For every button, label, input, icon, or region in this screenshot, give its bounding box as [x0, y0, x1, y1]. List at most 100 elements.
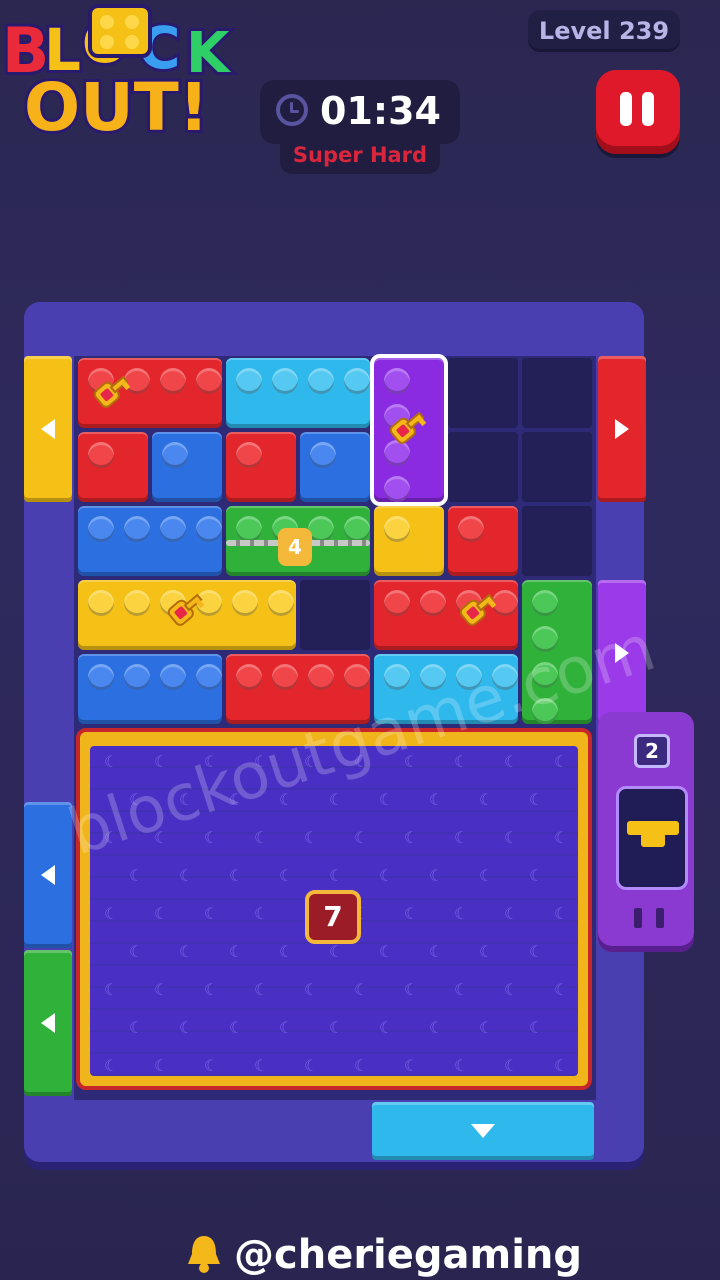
target-count-badge: 7: [305, 890, 361, 944]
moon-pattern-icon: ☾: [454, 828, 469, 847]
moon-pattern-icon: ☾: [229, 1018, 244, 1037]
arrow-left-icon: [41, 865, 55, 885]
moon-pattern-icon: ☾: [554, 1056, 569, 1075]
moon-pattern-icon: ☾: [204, 1056, 219, 1075]
blue-exit-door[interactable]: [24, 802, 72, 948]
moon-pattern-icon: ☾: [304, 1056, 319, 1075]
moon-pattern-icon: ☾: [429, 942, 444, 961]
moon-pattern-icon: ☾: [354, 980, 369, 999]
moon-pattern-icon: ☾: [379, 790, 394, 809]
moon-pattern-icon: ☾: [354, 828, 369, 847]
moon-pattern-icon: ☾: [404, 1056, 419, 1075]
footer-handle: @cheriegaming: [234, 1232, 583, 1278]
timer: 01:34: [260, 80, 460, 144]
arrow-down-icon: [471, 1124, 495, 1138]
moon-pattern-icon: ☾: [104, 980, 119, 999]
moon-pattern-icon: ☾: [454, 752, 469, 771]
red-block[interactable]: [78, 432, 148, 502]
moon-pattern-icon: ☾: [229, 942, 244, 961]
empty-cell: [300, 580, 370, 650]
blue-block[interactable]: [152, 432, 222, 502]
moon-pattern-icon: ☾: [429, 790, 444, 809]
moon-pattern-icon: ☾: [179, 1018, 194, 1037]
moon-pattern-icon: ☾: [404, 980, 419, 999]
key-icon: [167, 593, 205, 626]
moon-pattern-icon: ☾: [304, 980, 319, 999]
moon-pattern-icon: ☾: [504, 980, 519, 999]
moon-pattern-icon: ☾: [204, 828, 219, 847]
bell-icon: [188, 1236, 220, 1273]
moon-pattern-icon: ☾: [429, 866, 444, 885]
moon-pattern-icon: ☾: [429, 1018, 444, 1037]
key-icon: [93, 375, 131, 408]
moon-pattern-icon: ☾: [554, 980, 569, 999]
moon-pattern-icon: ☾: [254, 980, 269, 999]
timer-value: 01:34: [320, 89, 441, 133]
moon-pattern-icon: ☾: [104, 752, 119, 771]
moon-pattern-icon: ☾: [404, 828, 419, 847]
blue-block[interactable]: [78, 506, 222, 576]
arrow-right-icon: [615, 419, 629, 439]
moon-pattern-icon: ☾: [504, 828, 519, 847]
moon-pattern-icon: ☾: [279, 1018, 294, 1037]
key-icon: [389, 411, 427, 444]
t-block-preview-icon: [627, 821, 679, 847]
moon-pattern-icon: ☾: [229, 866, 244, 885]
red-exit-door[interactable]: [598, 356, 646, 502]
lock-icon[interactable]: 4: [278, 528, 312, 566]
moon-pattern-icon: ☾: [554, 904, 569, 923]
moon-pattern-icon: ☾: [254, 828, 269, 847]
moon-pattern-icon: ☾: [479, 942, 494, 961]
moon-pattern-icon: ☾: [304, 828, 319, 847]
red-block[interactable]: [448, 506, 518, 576]
moon-pattern-icon: ☾: [279, 866, 294, 885]
moon-pattern-icon: ☾: [329, 1018, 344, 1037]
blue-block[interactable]: [300, 432, 370, 502]
moon-pattern-icon: ☾: [179, 866, 194, 885]
red-block[interactable]: [226, 432, 296, 502]
block-dispenser: 2: [598, 712, 694, 952]
yellow-block[interactable]: [374, 506, 444, 576]
moon-pattern-icon: ☾: [504, 1056, 519, 1075]
arrow-left-icon: [41, 419, 55, 439]
moon-pattern-icon: ☾: [479, 1018, 494, 1037]
moon-pattern-icon: ☾: [129, 1018, 144, 1037]
clock-icon: [276, 94, 308, 126]
moon-pattern-icon: ☾: [454, 1056, 469, 1075]
moon-pattern-icon: ☾: [479, 790, 494, 809]
moon-pattern-icon: ☾: [329, 866, 344, 885]
moon-pattern-icon: ☾: [129, 942, 144, 961]
red-block[interactable]: [78, 358, 222, 428]
moon-pattern-icon: ☾: [554, 752, 569, 771]
red-block[interactable]: [374, 580, 518, 650]
moon-pattern-icon: ☾: [529, 942, 544, 961]
green-exit-door[interactable]: [24, 950, 72, 1096]
pause-button[interactable]: [596, 70, 680, 154]
moon-pattern-icon: ☾: [379, 1018, 394, 1037]
svg-text:OUT!: OUT!: [24, 69, 209, 146]
moon-pattern-icon: ☾: [354, 1056, 369, 1075]
moon-pattern-icon: ☾: [179, 942, 194, 961]
cyan-exit-door[interactable]: [372, 1102, 594, 1160]
moon-pattern-icon: ☾: [329, 942, 344, 961]
moon-pattern-icon: ☾: [329, 790, 344, 809]
moon-pattern-icon: ☾: [104, 1056, 119, 1075]
key-icon: [459, 593, 497, 626]
yellow-exit-door[interactable]: [24, 356, 72, 502]
empty-cell: [522, 506, 592, 576]
empty-cell: [522, 432, 592, 502]
moon-pattern-icon: ☾: [504, 904, 519, 923]
blue-block[interactable]: [78, 654, 222, 724]
cyan-block[interactable]: [226, 358, 370, 428]
level-indicator: Level 239: [528, 10, 680, 52]
purple-key-block[interactable]: [370, 354, 448, 506]
yellow-block[interactable]: [78, 580, 296, 650]
empty-cell: [522, 358, 592, 428]
moon-pattern-icon: ☾: [379, 942, 394, 961]
difficulty-label: Super Hard: [280, 140, 440, 174]
moon-pattern-icon: ☾: [529, 790, 544, 809]
moon-pattern-icon: ☾: [454, 980, 469, 999]
moon-pattern-icon: ☾: [554, 828, 569, 847]
dispenser-window: [616, 786, 688, 890]
moon-pattern-icon: ☾: [154, 1056, 169, 1075]
